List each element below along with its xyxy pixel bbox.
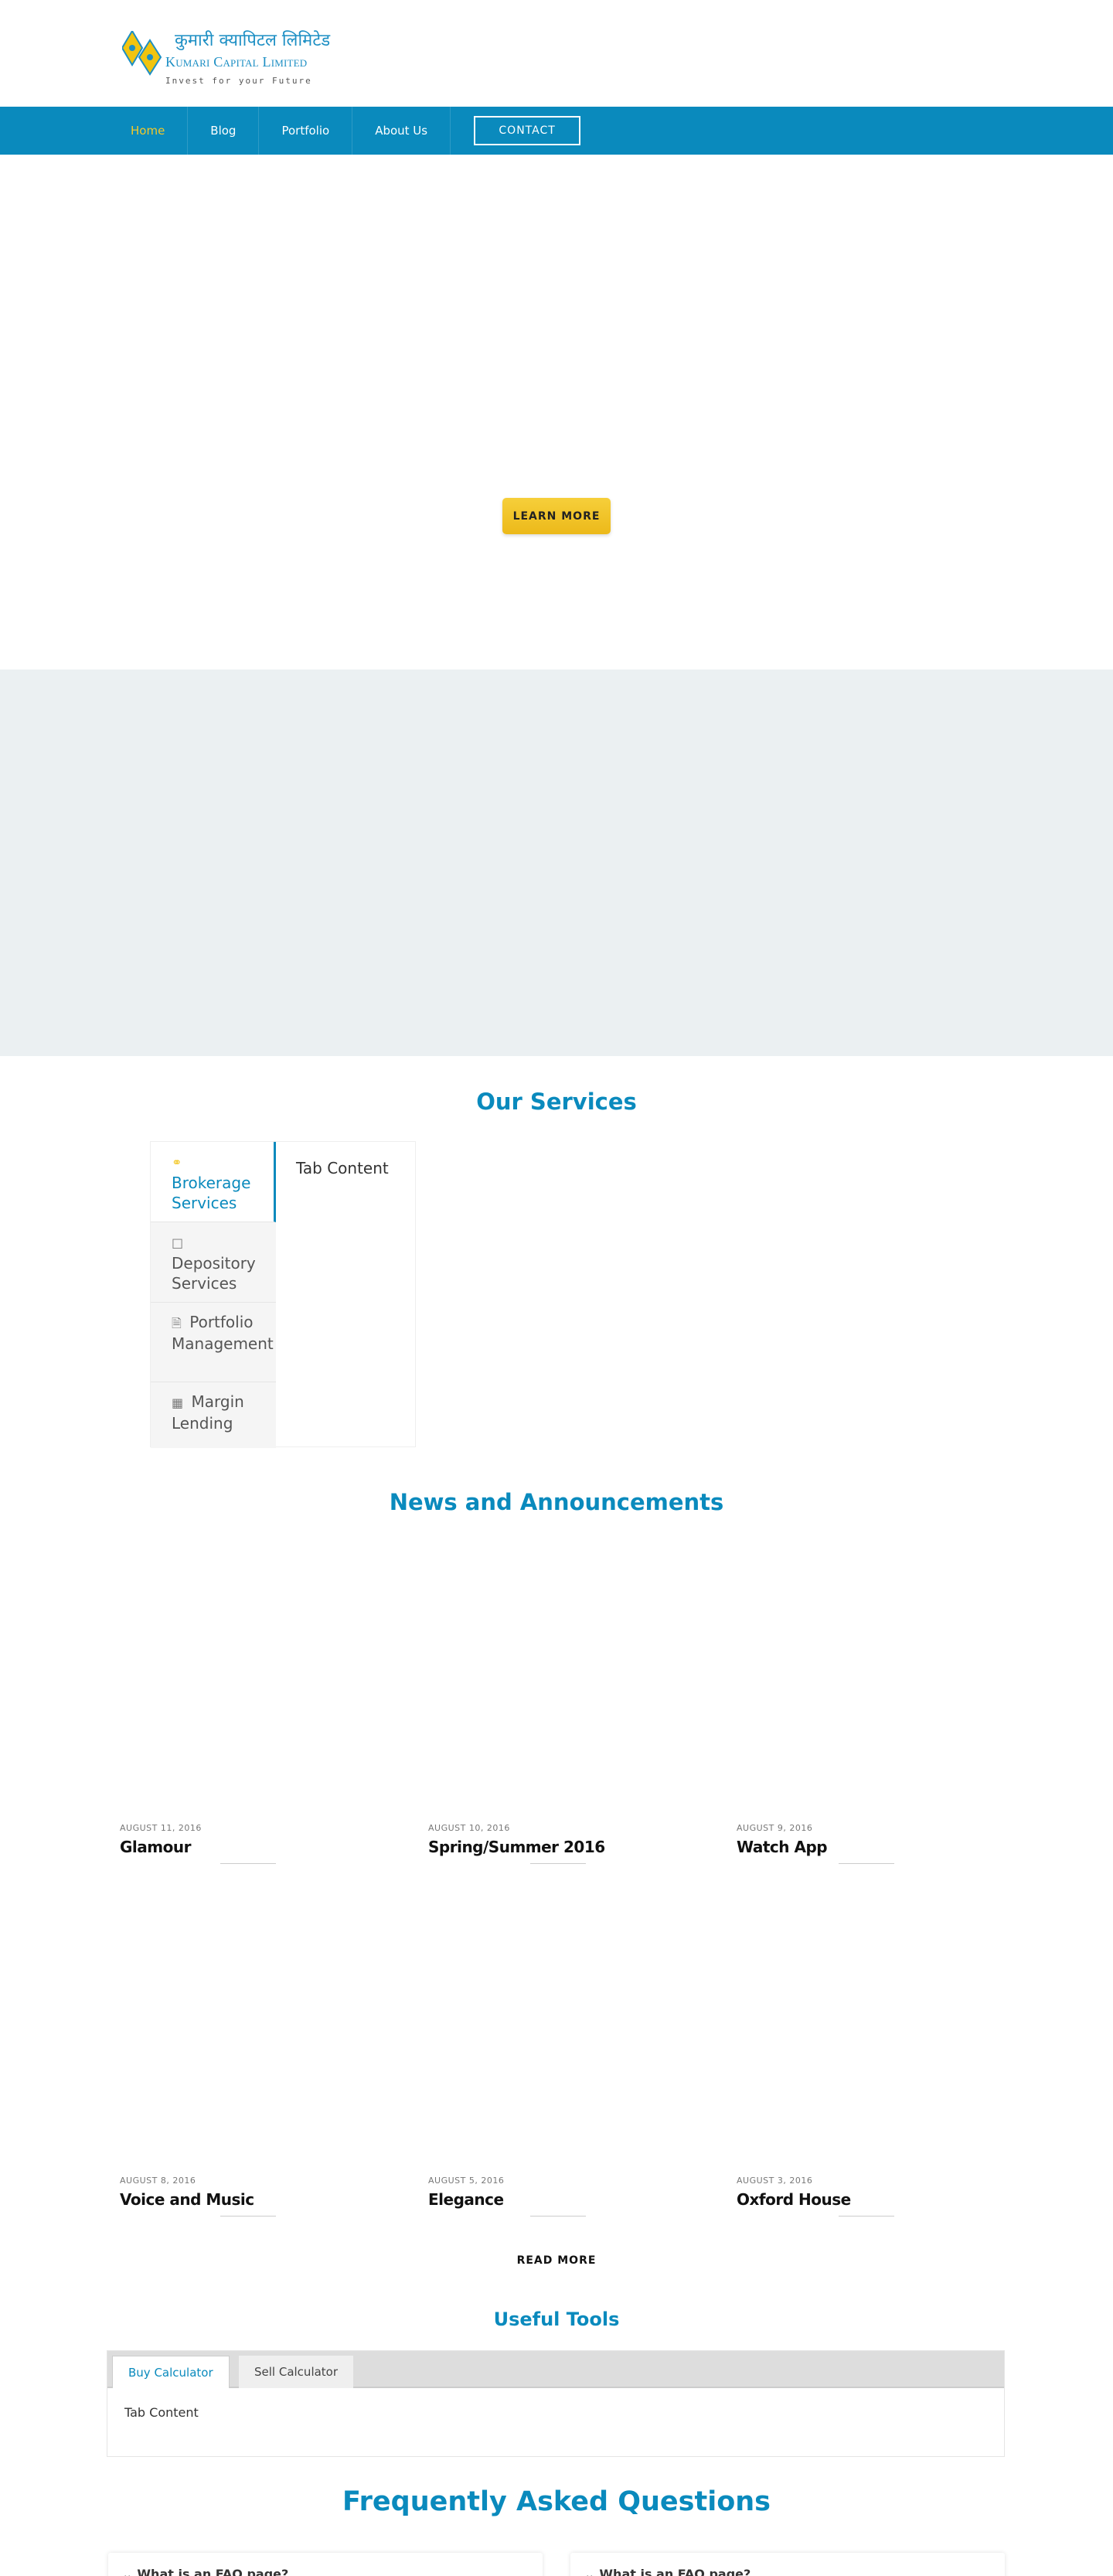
nav-home[interactable]: Home	[108, 107, 189, 155]
tab-label: Portfolio Management	[172, 1313, 274, 1353]
tab-margin-lending[interactable]: ▦ Margin Lending	[151, 1382, 276, 1448]
services-tab-list: ⚭ Brokerage Services □ Depository Servic…	[151, 1142, 276, 1448]
nav-blog[interactable]: Blog	[188, 107, 260, 155]
news-item[interactable]: AUGUST 11, 2016 Glamour	[120, 1823, 375, 1864]
news-title[interactable]: Oxford House	[737, 2190, 992, 2209]
faq-question-text: What is an FAQ page?	[599, 2567, 751, 2576]
logo-tagline: Invest for your Future	[165, 76, 312, 86]
faq-question[interactable]: ⌄ What is an FAQ page?	[584, 2567, 751, 2576]
box-icon: □	[172, 1235, 184, 1250]
handshake-icon: ⚭	[172, 1155, 182, 1170]
news-divider	[530, 1863, 586, 1864]
faq-question-text: What is an FAQ page?	[137, 2567, 289, 2576]
learn-more-button[interactable]: LEARN MORE	[502, 498, 611, 534]
logo-name-np: कुमारी क्यापिटल लिमिटेड	[175, 31, 331, 50]
faq-item[interactable]: ⌄ What is an FAQ page?	[108, 2553, 543, 2576]
tools-tab-bar: Buy Calculator Sell Calculator	[107, 2351, 1004, 2388]
tab-buy-calculator[interactable]: Buy Calculator	[112, 2356, 230, 2388]
news-date: AUGUST 5, 2016	[428, 2176, 505, 2186]
news-divider	[839, 2216, 894, 2217]
tools-tabs: Buy Calculator Sell Calculator Tab Conte…	[107, 2350, 1005, 2457]
services-tabs: ⚭ Brokerage Services □ Depository Servic…	[150, 1141, 416, 1448]
news-item[interactable]: AUGUST 9, 2016 Watch App	[737, 1823, 992, 1864]
tools-tab-content: Tab Content	[124, 2405, 199, 2420]
news-item[interactable]: AUGUST 8, 2016 Voice and Music	[120, 2176, 375, 2217]
tab-sell-calculator[interactable]: Sell Calculator	[239, 2356, 354, 2388]
faq-item[interactable]: ⌄ What is an FAQ page?	[570, 2553, 1005, 2576]
site-logo[interactable]: कुमारी क्यापिटल लिमिटेड Kumari Capital L…	[122, 26, 330, 93]
news-divider	[839, 1863, 894, 1864]
news-title[interactable]: Glamour	[120, 1838, 375, 1856]
news-title[interactable]: Watch App	[737, 1838, 992, 1856]
chevron-down-icon: ⌄	[122, 2567, 133, 2576]
tab-label: Brokerage Services	[172, 1174, 251, 1212]
faq-title: Frequently Asked Questions	[342, 2486, 771, 2517]
faq-question[interactable]: ⌄ What is an FAQ page?	[122, 2567, 288, 2576]
nav-about-us[interactable]: About Us	[352, 107, 451, 155]
feature-band	[0, 670, 1113, 1056]
news-item[interactable]: AUGUST 10, 2016 Spring/Summer 2016	[428, 1823, 683, 1864]
news-item[interactable]: AUGUST 5, 2016 Elegance	[428, 2176, 683, 2217]
logo-diamond-icon	[122, 31, 162, 76]
tab-label: Depository Services	[172, 1254, 256, 1293]
news-title: News and Announcements	[389, 1489, 724, 1515]
document-icon: 🗎	[172, 1316, 182, 1331]
news-title[interactable]: Spring/Summer 2016	[428, 1838, 683, 1856]
tab-brokerage-services[interactable]: ⚭ Brokerage Services	[151, 1142, 276, 1222]
news-date: AUGUST 8, 2016	[120, 2176, 196, 2186]
money-icon: ▦	[172, 1395, 184, 1410]
news-divider	[220, 1863, 276, 1864]
news-date: AUGUST 10, 2016	[428, 1823, 510, 1833]
news-date: AUGUST 11, 2016	[120, 1823, 202, 1833]
news-title[interactable]: Elegance	[428, 2190, 683, 2209]
read-more-link[interactable]: READ MORE	[0, 2254, 1113, 2267]
main-nav: Home Blog Portfolio About Us CONTACT	[0, 107, 1113, 155]
news-item[interactable]: AUGUST 3, 2016 Oxford House	[737, 2176, 992, 2217]
hero-section: LEARN MORE	[0, 155, 1113, 670]
services-tab-content: Tab Content	[296, 1159, 389, 1177]
news-title[interactable]: Voice and Music	[120, 2190, 375, 2209]
services-title: Our Services	[476, 1089, 637, 1115]
tab-depository-services[interactable]: □ Depository Services	[151, 1222, 276, 1303]
news-date: AUGUST 9, 2016	[737, 1823, 813, 1833]
news-divider	[220, 2216, 276, 2217]
site-header: कुमारी क्यापिटल लिमिटेड Kumari Capital L…	[0, 0, 1113, 107]
logo-name-en: Kumari Capital Limited	[165, 54, 308, 70]
news-date: AUGUST 3, 2016	[737, 2176, 813, 2186]
contact-button[interactable]: CONTACT	[474, 116, 581, 145]
nav-portfolio[interactable]: Portfolio	[259, 107, 353, 155]
chevron-down-icon: ⌄	[584, 2567, 595, 2576]
tools-title: Useful Tools	[493, 2309, 620, 2330]
tab-portfolio-management[interactable]: 🗎 Portfolio Management	[151, 1303, 276, 1382]
news-divider	[530, 2216, 586, 2217]
